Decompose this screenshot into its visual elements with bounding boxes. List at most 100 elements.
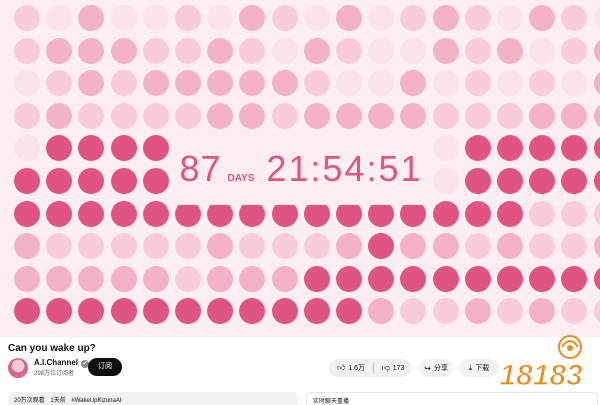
grid-dot xyxy=(529,37,556,64)
grid-dot xyxy=(432,200,459,227)
live-chat-label: 实时聊天重播 xyxy=(313,399,350,405)
grid-dot xyxy=(78,37,105,64)
grid-dot xyxy=(561,70,588,97)
grid-dot xyxy=(142,5,169,31)
grid-dot xyxy=(464,135,491,162)
grid-dot xyxy=(207,37,234,64)
grid-dot xyxy=(464,37,491,64)
grid-dot xyxy=(78,200,105,227)
avatar[interactable] xyxy=(8,358,28,378)
grid-dot xyxy=(303,70,330,97)
grid-dot xyxy=(14,298,40,325)
grid-dot xyxy=(303,233,330,260)
grid-dot xyxy=(497,200,523,227)
grid-dot xyxy=(336,70,362,97)
grid-dot xyxy=(46,102,73,129)
watermark-logo: 18183 xyxy=(499,335,584,393)
grid-dot xyxy=(497,5,523,31)
grid-dot xyxy=(303,298,330,325)
grid-dot xyxy=(432,135,459,162)
grid-dot xyxy=(432,70,459,97)
grid-dot xyxy=(593,37,600,64)
grid-dot xyxy=(593,70,600,97)
grid-dot xyxy=(78,5,105,31)
grid-dot xyxy=(142,200,169,227)
grid-dot xyxy=(432,265,459,292)
download-icon: ⤓ xyxy=(468,363,473,372)
grid-dot xyxy=(239,265,266,292)
grid-dot xyxy=(175,70,201,97)
grid-dot xyxy=(207,233,234,260)
grid-dot xyxy=(529,233,556,260)
subscribe-button[interactable]: 订阅 xyxy=(88,358,122,376)
grid-dot xyxy=(464,233,491,260)
hashtag-link[interactable]: #WakeUpKizunaAI xyxy=(71,398,121,404)
grid-dot xyxy=(529,168,556,194)
grid-dot xyxy=(400,265,427,292)
grid-dot xyxy=(207,265,234,292)
grid-dot xyxy=(110,200,137,227)
grid-dot xyxy=(46,200,73,227)
grid-dot xyxy=(561,135,588,162)
video-player[interactable]: 87 DAYS 21:54:51 xyxy=(0,0,600,337)
grid-dot xyxy=(175,37,201,64)
upload-time: 1天前 xyxy=(50,398,66,404)
grid-dot xyxy=(593,135,600,162)
view-count: 20万次观看 xyxy=(14,398,45,404)
grid-dot xyxy=(593,200,600,227)
grid-dot xyxy=(529,135,556,162)
countdown-days-label: DAYS xyxy=(227,172,255,184)
grid-dot xyxy=(271,5,298,31)
grid-dot xyxy=(207,102,234,129)
grid-dot xyxy=(207,5,234,31)
like-button[interactable]: 👍︎ 1.6万 xyxy=(329,359,373,377)
grid-dot xyxy=(529,200,556,227)
grid-dot xyxy=(593,265,600,292)
grid-dot xyxy=(271,265,298,292)
grid-dot xyxy=(14,102,40,129)
grid-dot xyxy=(368,70,395,97)
description-box[interactable]: 20万次观看 1天前 #WakeUpKizunaAI xyxy=(8,392,298,405)
grid-dot xyxy=(142,102,169,129)
grid-dot xyxy=(561,102,588,129)
grid-dot xyxy=(110,233,137,260)
subscriber-count: 298万位订阅者 xyxy=(34,371,75,377)
grid-dot xyxy=(175,265,201,292)
grid-dot xyxy=(432,168,459,194)
page: 87 DAYS 21:54:51 Can you wake up? A.I.Ch… xyxy=(0,0,600,405)
grid-dot xyxy=(400,5,427,31)
grid-dot xyxy=(175,102,201,129)
grid-dot xyxy=(14,37,40,64)
grid-dot xyxy=(303,5,330,31)
grid-dot xyxy=(110,298,137,325)
grid-dot xyxy=(239,5,266,31)
channel-name[interactable]: A.I.Channel ✓ xyxy=(34,358,90,368)
grid-dot xyxy=(78,135,105,162)
grid-dot xyxy=(529,5,556,31)
like-count: 1.6万 xyxy=(348,365,366,372)
grid-dot xyxy=(432,233,459,260)
grid-dot xyxy=(464,70,491,97)
grid-dot xyxy=(497,168,523,194)
grid-dot xyxy=(497,102,523,129)
grid-dot xyxy=(593,298,600,325)
share-label: 分享 xyxy=(433,365,448,372)
share-button[interactable]: ↪ 分享 xyxy=(419,359,453,377)
grid-dot xyxy=(142,37,169,64)
grid-dot xyxy=(561,37,588,64)
grid-dot xyxy=(46,5,73,31)
grid-dot xyxy=(529,70,556,97)
dislike-button[interactable]: 👎︎ 173 xyxy=(374,359,412,377)
grid-dot xyxy=(432,5,459,31)
grid-dot xyxy=(110,70,137,97)
grid-dot xyxy=(303,37,330,64)
grid-dot xyxy=(368,37,395,64)
grid-dot xyxy=(46,70,73,97)
grid-dot xyxy=(464,168,491,194)
channel-name-text[interactable]: A.I.Channel xyxy=(34,358,78,367)
like-dislike-group: 👍︎ 1.6万 👎︎ 173 xyxy=(329,359,412,377)
grid-dot xyxy=(497,265,523,292)
grid-dot xyxy=(271,298,298,325)
grid-dot xyxy=(239,102,266,129)
grid-dot xyxy=(497,70,523,97)
